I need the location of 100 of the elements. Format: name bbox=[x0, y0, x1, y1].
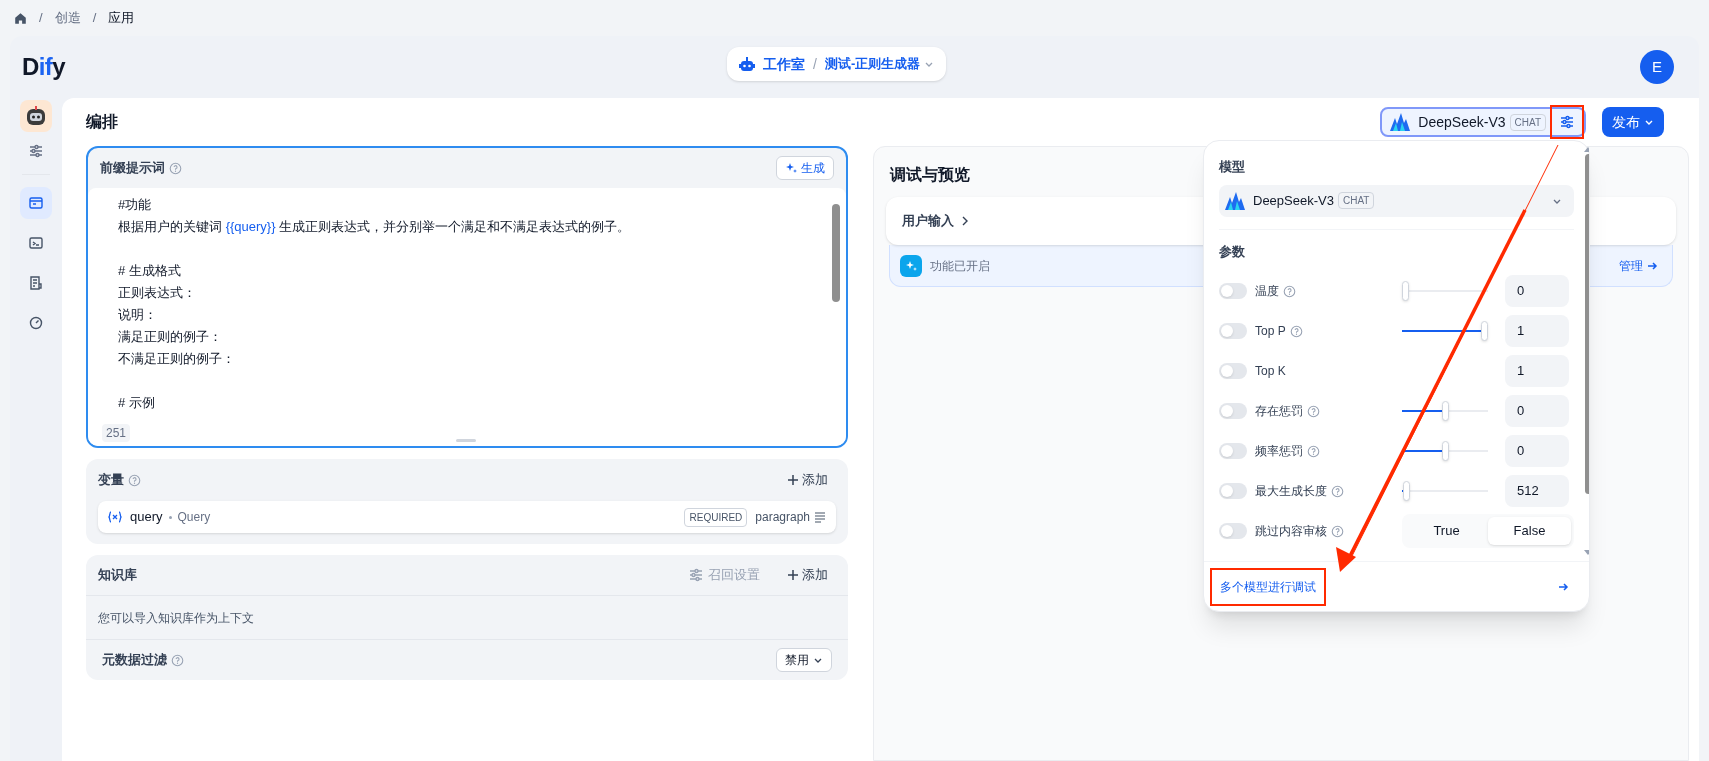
model-name: DeepSeek-V3 bbox=[1253, 191, 1334, 210]
character-count: 251 bbox=[102, 424, 131, 442]
prompt-line: 根据用户的关键词 {{query}} 生成正则表达式，并分别举一个满足和不满足表达式的例子。 bbox=[118, 218, 632, 236]
resize-handle[interactable] bbox=[456, 439, 476, 442]
arrow-right-icon[interactable] bbox=[1558, 581, 1569, 592]
slider[interactable] bbox=[1402, 481, 1488, 501]
param-value-field[interactable]: 1 bbox=[1505, 315, 1569, 347]
model-name: DeepSeek-V3 bbox=[1418, 112, 1506, 132]
gauge-icon bbox=[28, 315, 44, 331]
slider[interactable] bbox=[1402, 441, 1488, 461]
logo: Dify bbox=[22, 52, 65, 82]
chevron-right-icon bbox=[962, 216, 969, 226]
debug-title: 调试与预览 bbox=[890, 165, 970, 185]
robot-icon bbox=[739, 56, 755, 72]
toggle-switch[interactable] bbox=[1219, 443, 1247, 459]
variable-key: query bbox=[130, 507, 163, 527]
help-icon bbox=[171, 653, 184, 667]
toggle-switch[interactable] bbox=[1219, 323, 1247, 339]
mode-tag: CHAT bbox=[1509, 113, 1546, 131]
param-label: Top K bbox=[1255, 363, 1286, 380]
param-label: 存在惩罚 bbox=[1255, 403, 1303, 420]
mountain-logo-icon bbox=[1390, 113, 1411, 131]
help-icon bbox=[128, 473, 141, 487]
segmented-option[interactable]: True bbox=[1405, 517, 1488, 545]
window-icon bbox=[28, 195, 44, 211]
page-title: 编排 bbox=[86, 112, 118, 132]
slider-thumb[interactable] bbox=[1402, 281, 1409, 301]
add-variable-button[interactable]: 添加 bbox=[780, 470, 836, 490]
generate-button[interactable]: 生成 bbox=[776, 156, 834, 180]
plus-icon bbox=[788, 475, 798, 485]
arrow-right-icon bbox=[1647, 260, 1658, 271]
param-value-field[interactable]: 0 bbox=[1505, 435, 1569, 467]
toggle-switch[interactable] bbox=[1219, 523, 1247, 539]
sparkle-icon bbox=[785, 162, 797, 174]
prompt-line: # 示例 bbox=[118, 394, 156, 412]
variable-row[interactable]: query Query REQUIRED paragraph bbox=[98, 501, 836, 533]
slider-thumb[interactable] bbox=[1481, 321, 1488, 341]
metadata-filter-dropdown[interactable]: 禁用 bbox=[776, 648, 832, 672]
mountain-logo-icon bbox=[1225, 191, 1245, 210]
section-title: 知识库 bbox=[98, 566, 137, 585]
user-avatar[interactable]: E bbox=[1640, 50, 1674, 84]
breadcrumb-separator: / bbox=[92, 9, 97, 28]
slider-thumb[interactable] bbox=[1402, 481, 1410, 501]
add-knowledge-button[interactable]: 添加 bbox=[780, 565, 836, 585]
param-value-field[interactable]: 512 bbox=[1505, 475, 1569, 507]
mode-tag: CHAT bbox=[1337, 192, 1375, 209]
slider-thumb[interactable] bbox=[1441, 401, 1449, 421]
toggle-switch[interactable] bbox=[1219, 363, 1247, 379]
header-separator: / bbox=[813, 54, 817, 74]
user-input-toggle[interactable]: 用户输入 bbox=[902, 211, 969, 231]
variable-name: Query bbox=[177, 509, 211, 526]
feature-status: 功能已开启 bbox=[930, 257, 990, 275]
prompt-title: 前缀提示词 bbox=[100, 159, 165, 178]
param-label: 温度 bbox=[1255, 283, 1279, 300]
sidebar-nav-item[interactable] bbox=[20, 187, 52, 219]
manage-link[interactable]: 管理 bbox=[1615, 256, 1662, 275]
slider[interactable] bbox=[1402, 401, 1488, 421]
scrollbar[interactable] bbox=[832, 204, 840, 302]
prompt-line: 正则表达式： bbox=[118, 284, 197, 302]
breadcrumb-link[interactable]: 应用 bbox=[108, 8, 135, 28]
prompt-line: 满足正则的例子： bbox=[118, 328, 223, 346]
terminal-icon bbox=[28, 235, 44, 251]
param-label: 跳过内容审核 bbox=[1255, 523, 1327, 540]
prompt-line: #功能 bbox=[118, 196, 153, 214]
slider[interactable] bbox=[1402, 281, 1488, 301]
publish-button[interactable]: 发布 bbox=[1602, 107, 1664, 137]
document-icon bbox=[28, 275, 44, 291]
variable-type: paragraph bbox=[755, 509, 810, 526]
param-value-field[interactable]: 0 bbox=[1505, 395, 1569, 427]
toggle-switch[interactable] bbox=[1219, 483, 1247, 499]
model-selector[interactable]: DeepSeek-V3 CHAT bbox=[1380, 107, 1586, 137]
toggle-switch[interactable] bbox=[1219, 283, 1247, 299]
dot-separator bbox=[168, 515, 172, 519]
slider-thumb[interactable] bbox=[1441, 441, 1449, 461]
param-label: Top P bbox=[1255, 323, 1286, 340]
app-icon bbox=[20, 100, 52, 132]
prompt-editor[interactable]: #功能 根据用户的关键词 {{query}} 生成正则表达式，并分别举一个满足和不满足表达式的例子。 # 生成格式 正则表达式： 说明： 满足正则的例子： 不满足正则的例子： # 示例 251 bbox=[88, 188, 846, 446]
slider[interactable] bbox=[1402, 321, 1488, 341]
home-icon[interactable] bbox=[14, 11, 27, 25]
toggle-switch[interactable] bbox=[1219, 403, 1247, 419]
breadcrumb-link[interactable]: 创造 bbox=[54, 8, 81, 28]
knowledge-empty-hint: 您可以导入知识库作为上下文 bbox=[98, 609, 254, 627]
metadata-filter-label: 元数据过滤 bbox=[102, 651, 167, 670]
model-settings-button[interactable] bbox=[1550, 105, 1584, 139]
help-icon bbox=[169, 161, 182, 175]
multi-model-debug-link[interactable]: 多个模型进行调试 bbox=[1210, 567, 1326, 606]
param-value-field[interactable]: 1 bbox=[1505, 355, 1569, 387]
param-label: 频率惩罚 bbox=[1255, 443, 1303, 460]
settings-icon bbox=[1559, 114, 1575, 130]
prompt-line: 说明： bbox=[118, 306, 158, 324]
sliders-icon bbox=[688, 567, 704, 583]
param-label: 最大生成长度 bbox=[1255, 483, 1327, 500]
segmented-option[interactable]: False bbox=[1488, 517, 1571, 545]
workspace-link[interactable]: 工作室 bbox=[763, 53, 805, 75]
app-name-dropdown[interactable]: 测试-正则生成器 bbox=[824, 54, 935, 74]
param-value-field[interactable]: 0 bbox=[1505, 275, 1569, 307]
breadcrumb-separator: / bbox=[39, 9, 43, 28]
model-dropdown[interactable]: DeepSeek-V3 CHAT bbox=[1219, 184, 1574, 217]
required-tag: REQUIRED bbox=[684, 507, 748, 527]
section-title: 变量 bbox=[98, 471, 124, 490]
